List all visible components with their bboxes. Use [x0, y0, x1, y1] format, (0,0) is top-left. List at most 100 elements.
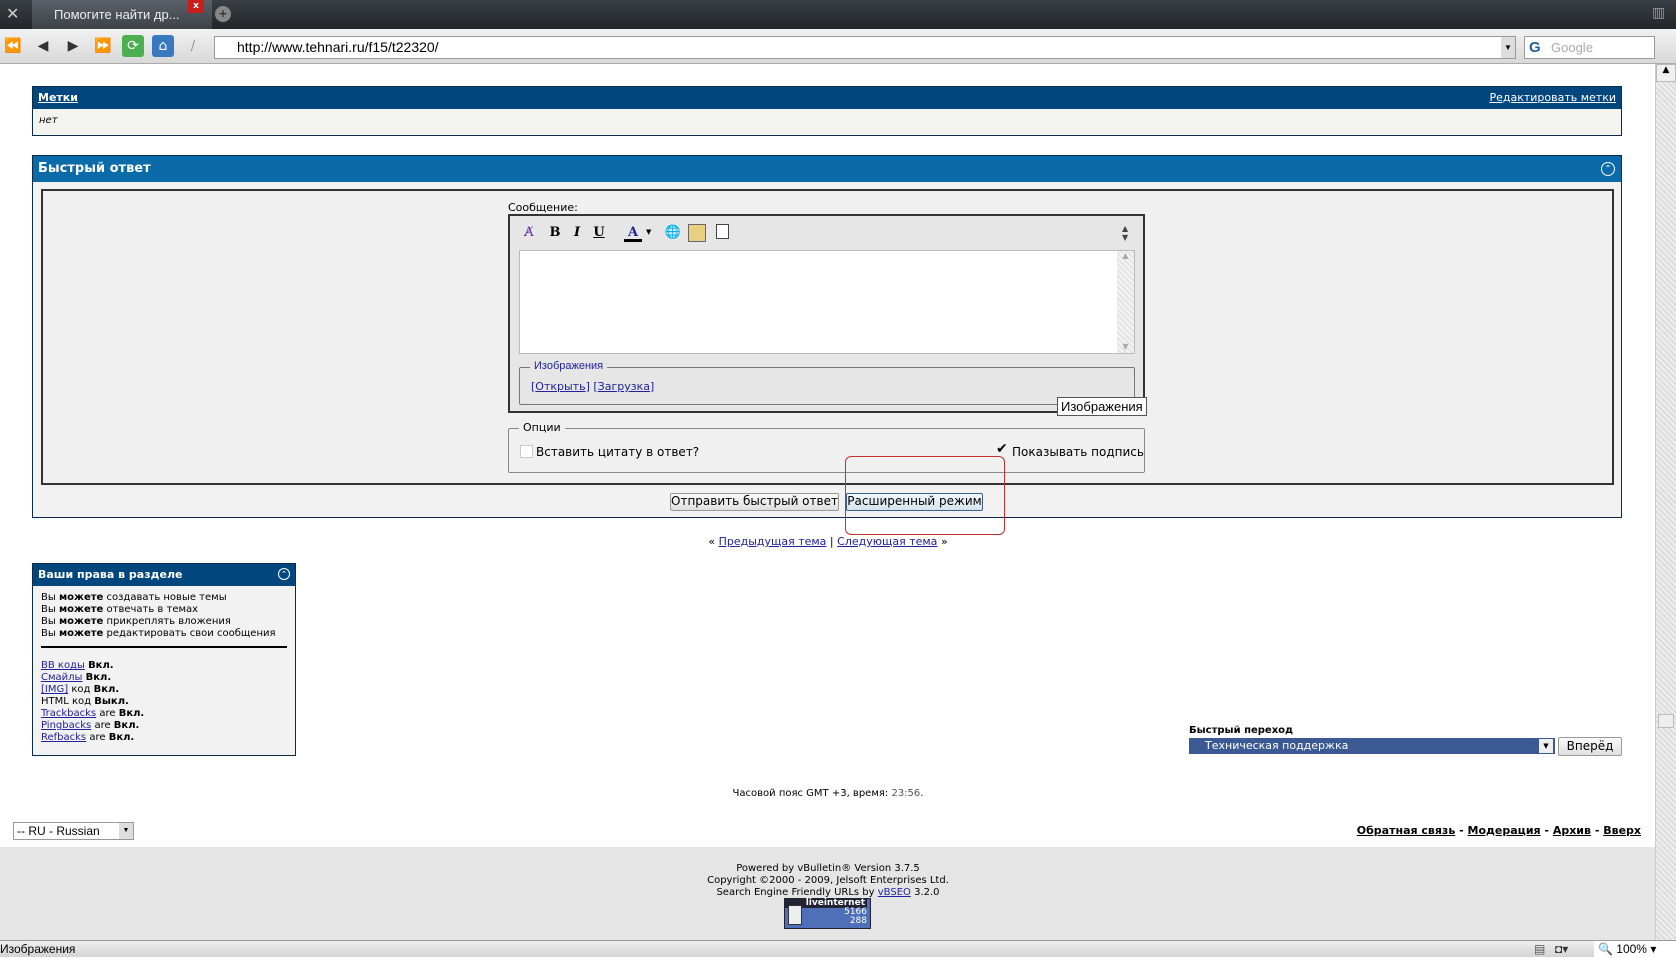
- tags-title[interactable]: Метки: [38, 91, 78, 104]
- next-thread-link[interactable]: Следующая тема: [837, 535, 937, 548]
- quote-label: Вставить цитату в ответ?: [536, 445, 700, 459]
- browser-tab-bar: ✕ Помогите найти др... x + ▥: [0, 0, 1676, 29]
- insert-link-icon[interactable]: 🌐: [664, 224, 682, 242]
- highlight-annotation: [845, 456, 1005, 535]
- message-textarea[interactable]: ▲ ▼: [519, 250, 1135, 354]
- font-color-button[interactable]: A: [624, 224, 642, 242]
- footer-links: Обратная связь - Модерация - Архив - Вве…: [1356, 824, 1641, 837]
- dropdown-arrow-icon: ▼: [119, 823, 133, 839]
- quote-checkbox[interactable]: [520, 445, 533, 458]
- quick-reply-title: Быстрый ответ: [38, 161, 151, 176]
- rights-line: Вы можете прикреплять вложения: [41, 616, 231, 627]
- scroll-up-icon[interactable]: ▲: [1656, 64, 1676, 82]
- go-button[interactable]: Вперёд: [1558, 737, 1622, 756]
- setting-line: [IMG] код Вкл.: [41, 684, 120, 695]
- google-icon: G: [1529, 39, 1541, 56]
- collapse-icon[interactable]: ⌃: [278, 568, 290, 580]
- options-legend: Опции: [519, 421, 565, 434]
- counter-icon: [788, 905, 802, 925]
- back-icon[interactable]: ◀: [32, 35, 54, 57]
- timezone-text: Часовой пояс GMT +3, время: 23:56.: [732, 788, 924, 799]
- copyright: Copyright ©2000 - 2009, Jelsoft Enterpri…: [707, 875, 949, 886]
- setting-link[interactable]: Pingbacks: [41, 720, 91, 731]
- thread-nav: « Предыдущая тема | Следующая тема »: [708, 535, 948, 548]
- contact-link[interactable]: Обратная связь: [1357, 824, 1456, 837]
- browser-tab[interactable]: Помогите найти др...: [32, 0, 212, 29]
- vbseo-link[interactable]: vBSEO: [878, 887, 911, 898]
- url-dropdown-icon[interactable]: ▼: [1501, 37, 1515, 58]
- rights-line: Вы можете редактировать свои сообщения: [41, 628, 276, 639]
- powered-by: Powered by vBulletin® Version 3.7.5: [736, 863, 920, 874]
- liveinternet-counter[interactable]: liveinternet 5166 288: [784, 898, 871, 929]
- color-dropdown-icon[interactable]: ▼: [646, 228, 651, 236]
- new-tab-button[interactable]: +: [215, 6, 231, 22]
- send-quick-reply-button[interactable]: Отправить быстрый ответ: [670, 493, 839, 511]
- textarea-scrollbar[interactable]: ▲ ▼: [1117, 251, 1134, 353]
- address-bar[interactable]: http://www.tehnari.ru/f15/t22320/ ▼: [214, 36, 1516, 59]
- resize-icon[interactable]: ▲ ▼: [1122, 224, 1128, 242]
- images-legend: Изображения: [530, 360, 608, 372]
- setting-line: HTML код Выкл.: [41, 696, 129, 707]
- bold-button[interactable]: B: [546, 224, 564, 242]
- insert-image-icon[interactable]: [688, 224, 706, 242]
- archive-link[interactable]: Архив: [1553, 824, 1591, 837]
- setting-line: Trackbacks are Вкл.: [41, 708, 145, 719]
- page-scrollbar[interactable]: ▲: [1655, 64, 1676, 940]
- tooltip: Изображения: [1057, 397, 1147, 416]
- italic-button[interactable]: I: [568, 224, 586, 242]
- setting-line: Pingbacks are Вкл.: [41, 720, 140, 731]
- scroll-thumb[interactable]: [1658, 714, 1674, 728]
- footer: Powered by vBulletin® Version 3.7.5 Copy…: [0, 847, 1655, 940]
- setting-link[interactable]: Refbacks: [41, 732, 86, 743]
- edit-icon[interactable]: /: [182, 35, 204, 57]
- rights-line: Вы можете отвечать в темах: [41, 604, 199, 615]
- collapse-icon[interactable]: ⌃: [1601, 162, 1615, 176]
- dropdown-arrow-icon[interactable]: ▼: [1539, 739, 1553, 753]
- setting-link[interactable]: Смайлы: [41, 672, 82, 683]
- setting-link[interactable]: [IMG]: [41, 684, 68, 695]
- open-images-link[interactable]: Открыть: [535, 380, 585, 393]
- setting-line: Смайлы Вкл.: [41, 672, 112, 683]
- forward-icon[interactable]: ▶: [62, 35, 84, 57]
- quote-icon[interactable]: [716, 224, 729, 239]
- quick-nav-select[interactable]: Техническая поддержка ▼: [1189, 738, 1555, 754]
- signature-label: Показывать подпись: [1012, 445, 1144, 459]
- setting-link[interactable]: BB коды: [41, 660, 85, 671]
- panel-icon[interactable]: ▤: [1534, 941, 1545, 958]
- rights-line: Вы можете создавать новые темы: [41, 592, 227, 603]
- setting-link[interactable]: Trackbacks: [41, 708, 96, 719]
- rewind-icon[interactable]: ⏪: [2, 35, 24, 57]
- tab-close-button[interactable]: x: [188, 0, 204, 13]
- quick-nav-label: Быстрый переход: [1189, 725, 1294, 736]
- message-label: Сообщение:: [508, 201, 578, 214]
- search-field[interactable]: G Google: [1524, 36, 1655, 59]
- editor: A̸ B I U A ▼ 🌐 ▲ ▼ ▲ ▼ Изображения [Открыт…: [508, 214, 1145, 413]
- remove-format-icon[interactable]: A̸: [520, 224, 538, 242]
- language-select[interactable]: -- RU - Russian ▼: [13, 822, 134, 840]
- options-fieldset: Опции Вставить цитату в ответ? ✔ Показыв…: [508, 421, 1145, 473]
- rights-panel: Ваши права в разделе ⌃ Вы можете создава…: [32, 563, 296, 756]
- tags-value: нет: [39, 115, 58, 126]
- tags-panel: Метки Редактировать метки нет: [32, 86, 1622, 136]
- status-bar: Изображения ▤ ◘▾ 🔍 100% ▾: [0, 940, 1676, 958]
- current-time: 23:56: [891, 788, 921, 799]
- reload-icon[interactable]: ⟳: [122, 35, 144, 57]
- tab-title: Помогите найти др...: [54, 7, 180, 22]
- camera-icon[interactable]: ◘▾: [1555, 941, 1568, 958]
- edit-tags-link[interactable]: Редактировать метки: [1489, 87, 1616, 109]
- underline-button[interactable]: U: [590, 224, 608, 242]
- zoom-control[interactable]: 🔍 100% ▾: [1594, 941, 1676, 958]
- prev-thread-link[interactable]: Предыдущая тема: [719, 535, 827, 548]
- trash-icon[interactable]: ▥: [1652, 5, 1665, 21]
- tools-icon[interactable]: ✕: [6, 4, 19, 23]
- rights-title: Ваши права в разделе: [38, 568, 183, 581]
- moderation-link[interactable]: Модерация: [1468, 824, 1541, 837]
- fast-forward-icon[interactable]: ⏩: [92, 35, 114, 57]
- setting-line: Refbacks are Вкл.: [41, 732, 135, 743]
- images-fieldset: Изображения [Открыть] [Загрузка]: [519, 360, 1135, 405]
- status-text: Изображения: [0, 942, 76, 956]
- top-link[interactable]: Вверх: [1603, 824, 1641, 837]
- upload-images-link[interactable]: Загрузка: [598, 380, 650, 393]
- home-icon[interactable]: ⌂: [152, 35, 174, 57]
- signature-checkbox[interactable]: ✔: [996, 442, 1009, 456]
